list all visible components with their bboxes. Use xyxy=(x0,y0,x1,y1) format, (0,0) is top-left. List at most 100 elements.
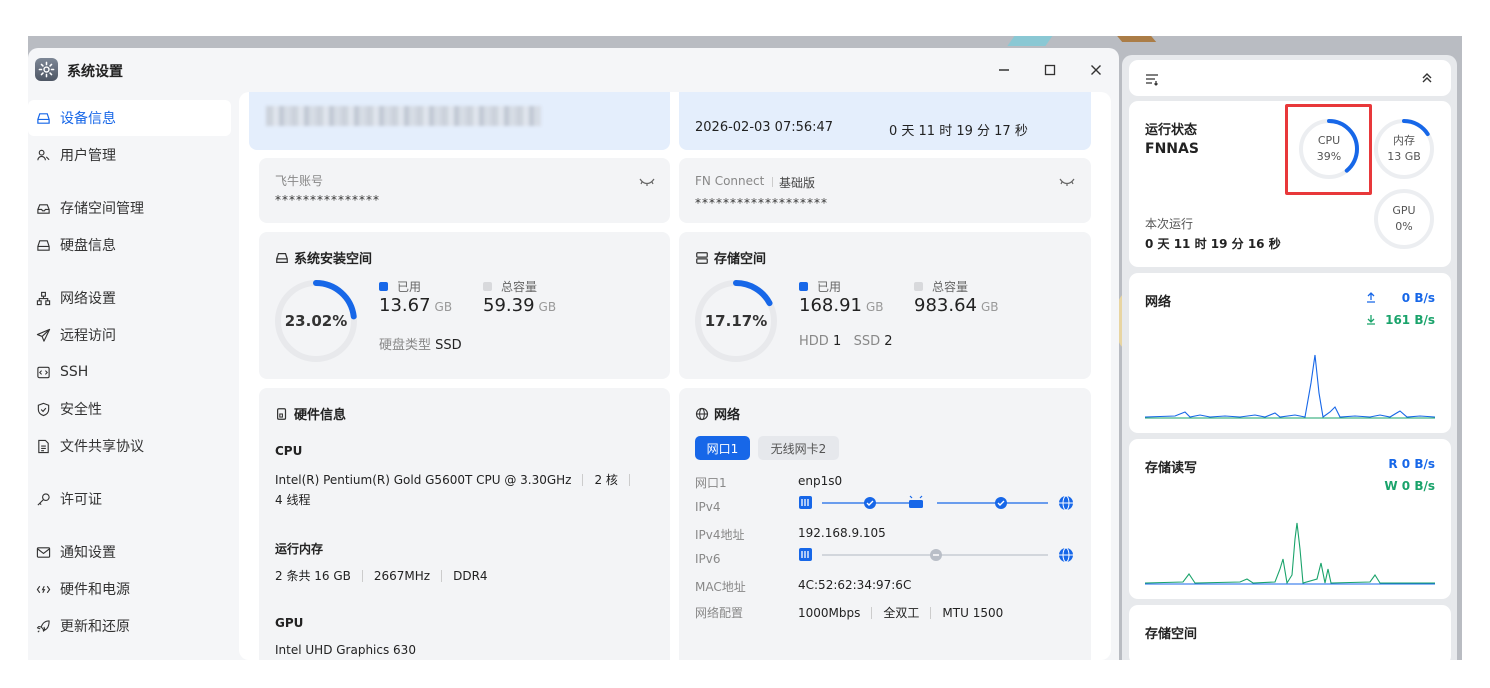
uptime-label: 本次运行 xyxy=(1145,217,1194,231)
disk-counts: HDD 1 SSD 2 xyxy=(799,334,893,349)
sidebar-item-update-restore[interactable]: 更新和还原 xyxy=(28,608,231,644)
fnconnect-card: FN Connect 基础版 ******************* xyxy=(679,158,1091,223)
sidebar-item-license[interactable]: 许可证 xyxy=(28,481,231,517)
gauge-value: 0% xyxy=(1395,220,1413,233)
server-icon xyxy=(696,251,708,264)
ipv4-label: IPv4 xyxy=(695,500,721,514)
disk-io-title: 存储读写 xyxy=(1145,461,1198,476)
sidebar-item-storage-management[interactable]: 存储空间管理 xyxy=(28,190,231,226)
window-title: 系统设置 xyxy=(67,64,123,80)
filter-menu-icon[interactable] xyxy=(1145,72,1159,86)
network-sparkline xyxy=(1145,354,1435,419)
mail-icon xyxy=(36,545,51,560)
sidebar-item-hardware-power[interactable]: 硬件和电源 xyxy=(28,571,231,607)
gpu-model: Intel UHD Graphics 630 xyxy=(275,643,416,657)
sidebar-item-label: 存储空间管理 xyxy=(60,201,144,217)
sidebar-item-label: 安全性 xyxy=(60,402,102,418)
sidebar-item-security[interactable]: 安全性 xyxy=(28,391,231,427)
download-rate: 161 B/s xyxy=(1385,313,1435,327)
disk-io-sparkline xyxy=(1145,522,1435,585)
gear-icon xyxy=(35,58,58,81)
gauge-value: 13 GB xyxy=(1387,150,1421,163)
total-unit: GB xyxy=(538,300,557,314)
total-amount: 983.64 GB xyxy=(914,295,999,316)
link-speed: 1000Mbps xyxy=(798,606,861,620)
port-value: enp1s0 xyxy=(798,474,843,488)
card-title: 系统安装空间 xyxy=(294,252,373,267)
used-unit: GB xyxy=(434,300,453,314)
duplex-mode: 全双工 xyxy=(883,606,920,620)
cpu-info: Intel(R) Pentium(R) Gold G5600T CPU @ 3.… xyxy=(275,471,641,488)
legend-label: 已用 xyxy=(817,280,842,294)
tab-wireless2[interactable]: 无线网卡2 xyxy=(758,436,839,460)
network-widget: 网络 0 B/s 161 B/s xyxy=(1129,273,1451,433)
sidebar-item-label: 许可证 xyxy=(60,492,102,508)
total-value: 983.64 xyxy=(914,295,977,316)
maximize-icon xyxy=(1044,64,1056,76)
close-icon xyxy=(1091,65,1101,75)
memory-speed: 2667MHz xyxy=(373,569,431,583)
close-button[interactable] xyxy=(1085,59,1107,81)
minimize-button[interactable] xyxy=(993,59,1015,81)
storage-space-card: 存储空间 17.17% 已用 168.91 GB 总容量 983.64 GB HDD… xyxy=(679,232,1091,379)
time-card: 2026-02-03 07:56:47 0 天 11 时 19 分 17 秒 xyxy=(679,92,1091,150)
terminal-icon xyxy=(36,365,51,380)
ipv4-address-label: IPv4地址 xyxy=(695,528,745,542)
card-title: 存储空间 xyxy=(714,252,767,267)
memory-info: 2 条共 16 GB 2667MHz DDR4 xyxy=(275,567,488,584)
network-title: 网络 xyxy=(695,404,740,423)
gauge-name: GPU xyxy=(1392,204,1416,217)
sidebar-item-label: 网络设置 xyxy=(60,291,116,307)
sidebar-item-file-sharing[interactable]: 文件共享协议 xyxy=(28,428,231,464)
hardware-title: 硬件信息 xyxy=(275,404,346,423)
sidebar-item-notifications[interactable]: 通知设置 xyxy=(28,534,231,570)
upload-rate: 0 B/s xyxy=(1401,291,1435,305)
ipv4-address-value: 192.168.9.105 xyxy=(798,526,886,540)
total-legend: 总容量 xyxy=(914,278,968,295)
maximize-button[interactable] xyxy=(1039,59,1061,81)
mac-value: 4C:52:62:34:97:6C xyxy=(798,578,912,592)
title-bar[interactable]: 系统设置 xyxy=(28,48,1119,92)
port-label: 网口1 xyxy=(695,476,727,490)
eye-closed-icon[interactable] xyxy=(639,176,655,188)
legend-label: 已用 xyxy=(397,280,422,294)
sidebar-item-network[interactable]: 网络设置 xyxy=(28,280,231,316)
sidebar-item-disk-info[interactable]: 硬盘信息 xyxy=(28,227,231,263)
widget-toolbar xyxy=(1129,60,1451,96)
used-amount: 13.67 GB xyxy=(379,295,452,316)
sidebar-item-label: 远程访问 xyxy=(60,328,116,344)
sidebar-item-users[interactable]: 用户管理 xyxy=(28,137,231,173)
used-unit: GB xyxy=(865,300,884,314)
sidebar-item-label: 通知设置 xyxy=(60,545,116,561)
tab-port1[interactable]: 网口1 xyxy=(695,436,750,460)
sidebar-item-device-info[interactable]: 设备信息 xyxy=(28,100,231,136)
disk-type: 硬盘类型 SSD xyxy=(379,334,462,353)
users-icon xyxy=(36,148,51,163)
used-legend: 已用 xyxy=(379,278,421,295)
power-icon xyxy=(36,582,51,597)
send-icon xyxy=(36,328,51,343)
disk-io-widget: 存储读写 R 0 B/s W 0 B/s xyxy=(1129,439,1451,599)
ipv4-topology xyxy=(799,495,1073,511)
hdd-count: 1 xyxy=(832,334,842,349)
memory-type: DDR4 xyxy=(453,569,488,583)
sidebar-item-ssh[interactable]: SSH xyxy=(28,354,231,390)
system-datetime: 2026-02-03 07:56:47 xyxy=(695,120,834,135)
eye-closed-icon[interactable] xyxy=(1059,176,1075,188)
upload-icon xyxy=(1367,292,1375,303)
cpu-model: Intel(R) Pentium(R) Gold G5600T CPU @ 3.… xyxy=(275,473,572,487)
sidebar-item-remote-access[interactable]: 远程访问 xyxy=(28,317,231,353)
shield-icon xyxy=(36,402,51,417)
key-icon xyxy=(36,492,51,507)
hardware-card: 硬件信息 CPU Intel(R) Pentium(R) Gold G5600T… xyxy=(259,388,670,660)
memory-size: 2 条共 16 GB xyxy=(275,569,351,583)
cpu-cores: 2 核 xyxy=(594,473,618,487)
wallpaper-streak xyxy=(1113,36,1157,42)
sidebar-item-label: 用户管理 xyxy=(60,148,116,164)
total-value: 59.39 xyxy=(483,295,535,316)
account-label: 飞牛账号 xyxy=(275,174,324,188)
system-space-percent: 23.02% xyxy=(284,312,348,330)
collapse-chevron-icon[interactable] xyxy=(1421,72,1433,84)
card-title: 硬件信息 xyxy=(294,408,347,423)
fnconnect-edition: 基础版 xyxy=(779,176,816,190)
